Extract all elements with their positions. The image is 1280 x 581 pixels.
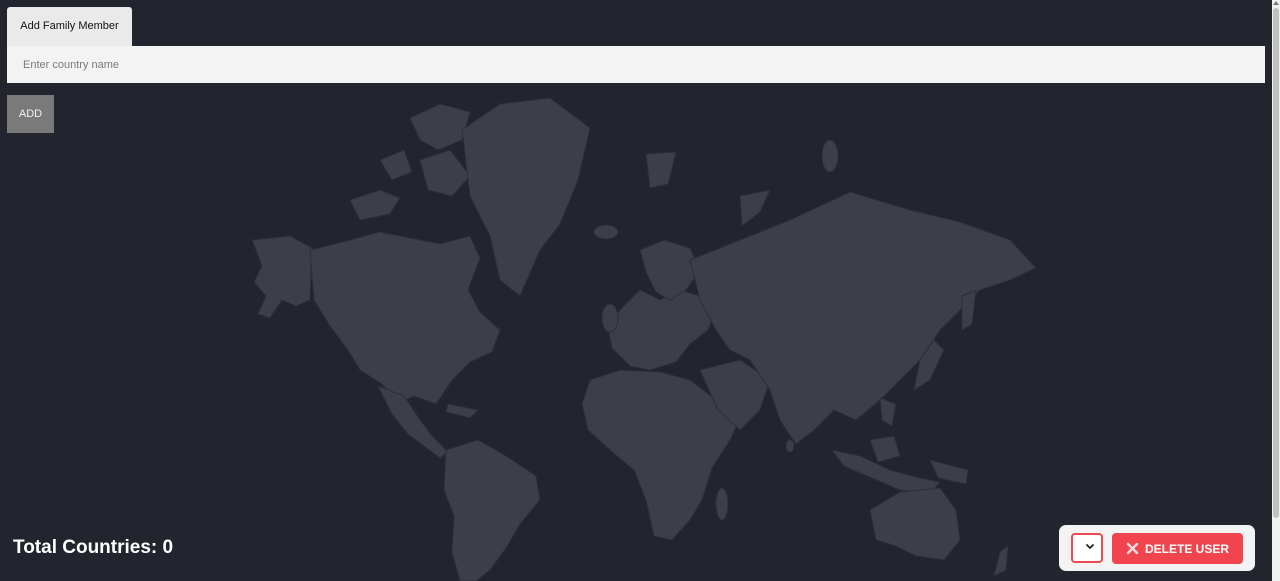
total-countries-label: Total Countries: 0 (13, 537, 174, 558)
close-icon (1126, 542, 1139, 555)
scroll-thumb[interactable] (1273, 8, 1279, 518)
user-controls-panel: DELETE USER (1059, 525, 1255, 571)
map-region-baffin (409, 103, 471, 151)
country-name-input[interactable] (7, 46, 1265, 83)
map-region-novaya-zemlya (739, 189, 771, 227)
map-region-south-america (443, 439, 541, 581)
map-region-svalbard (645, 151, 677, 189)
map-region-europe (607, 289, 717, 371)
map-region-madagascar (715, 487, 729, 521)
chevron-down-icon (1086, 544, 1094, 549)
map-region-scandinavia (639, 239, 701, 301)
map-region-new-zealand (993, 544, 1009, 577)
map-region-alaska (251, 235, 313, 319)
map-region-sri-lanka (785, 439, 795, 453)
delete-user-label: DELETE USER (1144, 541, 1229, 556)
map-region-caribbean (445, 403, 480, 419)
map-region-severnaya (821, 139, 839, 173)
page: Add Family Member ADD Total Countries: 0… (0, 0, 1280, 581)
delete-user-button[interactable]: DELETE USER (1112, 533, 1243, 564)
scroll-up-arrow-icon[interactable] (1273, 1, 1279, 5)
map-region-greenland (461, 97, 591, 297)
user-select[interactable] (1071, 533, 1103, 563)
map-region-australia (869, 487, 961, 561)
map-region-arctic-islands-3 (379, 149, 413, 181)
map-region-uk (601, 303, 619, 333)
map-region-arctic-islands (349, 189, 401, 221)
map-region-borneo (869, 435, 901, 463)
map-region-philippines (879, 397, 897, 427)
add-button[interactable]: ADD (7, 95, 54, 133)
map-region-new-guinea (929, 459, 969, 485)
world-map (251, 97, 1037, 581)
page-scrollbar[interactable] (1272, 0, 1280, 581)
map-region-north-america (309, 231, 501, 405)
tab-add-family-member[interactable]: Add Family Member (7, 7, 132, 46)
map-region-iceland (593, 224, 619, 240)
map-region-sakhalin (961, 289, 977, 331)
map-region-arctic-islands-2 (419, 149, 471, 197)
